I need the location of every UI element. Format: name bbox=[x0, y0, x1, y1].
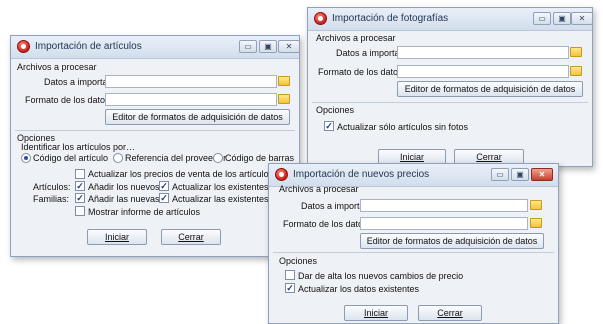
familias-row-label: Familias: bbox=[33, 194, 70, 204]
close-icon[interactable]: ✕ bbox=[278, 40, 300, 53]
minimize-icon[interactable]: ▭ bbox=[533, 12, 551, 25]
close-icon[interactable]: ✕ bbox=[571, 12, 593, 25]
radio-label: Código del artículo bbox=[33, 153, 109, 163]
formato-datos-label: Formato de los datos: bbox=[318, 67, 406, 77]
titlebar[interactable]: Importación de fotografías ▭ ▣ ✕ bbox=[308, 8, 593, 31]
identificar-label: Identificar los artículos por… bbox=[21, 142, 136, 152]
cerrar-button[interactable]: Cerrar bbox=[418, 305, 482, 321]
cerrar-button[interactable]: Cerrar bbox=[161, 229, 221, 245]
window-title: Importación de fotografías bbox=[332, 13, 449, 24]
checkbox-mostrar-informe[interactable] bbox=[75, 206, 85, 216]
window-title: Importación de artículos bbox=[35, 41, 142, 52]
editor-formatos-button[interactable]: Editor de formatos de adquisición de dat… bbox=[397, 81, 583, 97]
radio-codigo-barras[interactable] bbox=[213, 153, 223, 163]
folder-browse-icon[interactable] bbox=[530, 218, 542, 228]
section-archivos: Archivos a procesar bbox=[279, 184, 359, 194]
checkbox-label: Actualizar los existentes bbox=[172, 182, 269, 192]
checkbox-actualizar-precios[interactable] bbox=[75, 169, 85, 179]
window-importacion-fotografias: Importación de fotografías ▭ ▣ ✕ Archivo… bbox=[307, 7, 593, 167]
folder-browse-icon[interactable] bbox=[278, 94, 290, 104]
datos-importar-label: Datos a importar: bbox=[44, 77, 114, 87]
datos-importar-input[interactable] bbox=[105, 75, 277, 88]
iniciar-button[interactable]: Iniciar bbox=[87, 229, 147, 245]
checkbox-label: Actualizar las existentes bbox=[172, 194, 269, 204]
section-opciones: Opciones bbox=[279, 256, 318, 266]
folder-browse-icon[interactable] bbox=[278, 76, 290, 86]
checkbox-dar-alta-cambios[interactable] bbox=[285, 270, 295, 280]
section-opciones: Opciones bbox=[316, 105, 355, 115]
formato-datos-label: Formato de los datos: bbox=[25, 95, 113, 105]
editor-formatos-button[interactable]: Editor de formatos de adquisición de dat… bbox=[360, 233, 544, 249]
checkbox-label: Dar de alta los nuevos cambios de precio bbox=[298, 271, 464, 281]
close-icon[interactable]: ✕ bbox=[531, 168, 553, 181]
iniciar-button[interactable]: Iniciar bbox=[344, 305, 408, 321]
checkbox-label: Actualizar los precios de venta de los a… bbox=[88, 169, 274, 179]
radio-label: Código de barras bbox=[225, 153, 295, 163]
checkbox-label: Mostrar informe de artículos bbox=[88, 207, 201, 217]
radio-label: Referencia del proveedor bbox=[125, 153, 227, 163]
checkbox-actualizar-existentes[interactable]: ✓ bbox=[159, 181, 169, 191]
minimize-icon[interactable]: ▭ bbox=[239, 40, 257, 53]
titlebar[interactable]: Importación de artículos ▭ ▣ ✕ bbox=[11, 36, 300, 59]
maximize-icon[interactable]: ▣ bbox=[553, 12, 571, 25]
datos-importar-label: Datos a importar: bbox=[336, 48, 406, 58]
checkbox-actualizar-existentes-familias[interactable]: ✓ bbox=[159, 193, 169, 203]
separator bbox=[15, 130, 295, 131]
checkbox-anadir-nuevas[interactable]: ✓ bbox=[75, 193, 85, 203]
folder-browse-icon[interactable] bbox=[570, 47, 582, 57]
checkbox-solo-sin-fotos[interactable]: ✓ bbox=[324, 121, 334, 131]
datos-importar-input[interactable] bbox=[397, 46, 569, 59]
window-importacion-precios: Importación de nuevos precios ▭ ▣ ✕ Arch… bbox=[268, 163, 559, 324]
checkbox-label: Añadir las nuevas bbox=[88, 194, 160, 204]
maximize-icon[interactable]: ▣ bbox=[259, 40, 277, 53]
checkbox-label: Añadir los nuevos bbox=[88, 182, 160, 192]
radio-referencia-proveedor[interactable] bbox=[113, 153, 123, 163]
editor-formatos-button[interactable]: Editor de formatos de adquisición de dat… bbox=[105, 109, 290, 125]
window-importacion-articulos: Importación de artículos ▭ ▣ ✕ Archivos … bbox=[10, 35, 300, 257]
window-title: Importación de nuevos precios bbox=[293, 169, 430, 180]
formato-datos-input[interactable] bbox=[360, 217, 528, 230]
app-icon bbox=[275, 168, 288, 181]
separator bbox=[312, 102, 588, 103]
folder-browse-icon[interactable] bbox=[530, 200, 542, 210]
section-archivos: Archivos a procesar bbox=[316, 33, 396, 43]
articulos-row-label: Artículos: bbox=[33, 182, 71, 192]
checkbox-anadir-nuevos[interactable]: ✓ bbox=[75, 181, 85, 191]
app-icon bbox=[314, 12, 327, 25]
checkbox-actualizar-existentes[interactable]: ✓ bbox=[285, 283, 295, 293]
maximize-icon[interactable]: ▣ bbox=[511, 168, 529, 181]
datos-importar-input[interactable] bbox=[360, 199, 528, 212]
formato-datos-label: Formato de los datos: bbox=[283, 219, 371, 229]
checkbox-label: Actualizar sólo artículos sin fotos bbox=[337, 122, 469, 132]
checkbox-label: Actualizar los datos existentes bbox=[298, 284, 420, 294]
minimize-icon[interactable]: ▭ bbox=[491, 168, 509, 181]
folder-browse-icon[interactable] bbox=[570, 66, 582, 76]
section-archivos: Archivos a procesar bbox=[17, 62, 97, 72]
radio-codigo-articulo[interactable] bbox=[21, 153, 31, 163]
formato-datos-input[interactable] bbox=[397, 65, 569, 78]
app-icon bbox=[17, 40, 30, 53]
formato-datos-input[interactable] bbox=[105, 93, 277, 106]
separator bbox=[273, 252, 554, 253]
